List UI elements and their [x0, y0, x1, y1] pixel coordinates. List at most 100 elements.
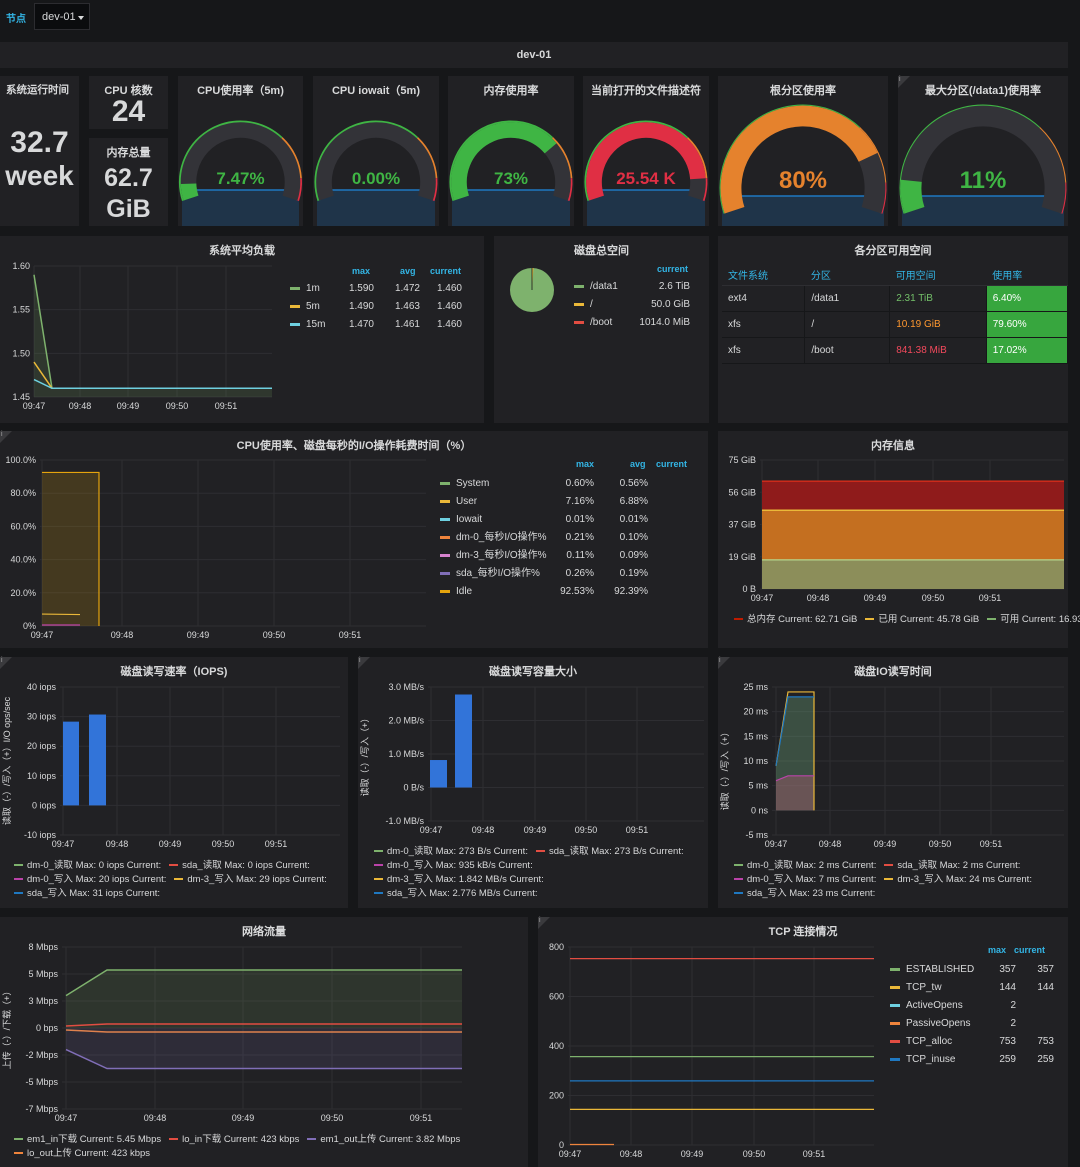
network-legend-item[interactable]: em1_in下载 Current: 5.45 Mbps	[14, 1133, 161, 1147]
legend-name: 5m	[306, 301, 320, 312]
legend-text: sda_读取 Max: 2 ms Current:	[897, 860, 1021, 871]
x-tick-label: 09:50	[212, 839, 235, 849]
node-select[interactable]: dev-01	[34, 3, 90, 30]
legend-max: 0.60%	[565, 478, 594, 489]
legend-text: sda_读取 Max: 273 B/s Current:	[548, 846, 684, 857]
throughput-legend-item[interactable]: dm-0_读取 Max: 273 B/s Current:	[374, 845, 528, 859]
legend-value: 1014.0 MiB	[639, 317, 690, 328]
table-row: xfs/10.19 GiB 79.60%	[722, 311, 1069, 338]
tcp-legend-item[interactable]: ActiveOpens 2	[890, 997, 1062, 1015]
legend-name: Iowait	[456, 514, 483, 525]
throughput-panel: i 磁盘读写容量大小 3.0 MB/s 2.0 MB/s 1.0 MB/s 0 B/s…	[358, 657, 708, 908]
legend-swatch	[734, 892, 743, 895]
memory-legend-item[interactable]: 已用 Current: 45.78 GiB	[865, 613, 979, 627]
x-tick-label: 09:48	[106, 839, 129, 849]
cpuio-legend-item[interactable]: System 0.60% 0.56%	[440, 475, 700, 493]
x-tick-label: 09:50	[922, 593, 945, 603]
cpuio-legend-item[interactable]: Iowait 0.01% 0.01%	[440, 511, 700, 529]
cpu-io-chart: 100.0%80.0%60.0%40.0%20.0%0%09:47 09:48 09…	[5, 455, 426, 640]
disk-total-legend-header: current	[656, 264, 688, 274]
legend-name: ESTABLISHED	[906, 964, 975, 975]
tcp-legend-item[interactable]: TCP_inuse 259 259	[890, 1051, 1062, 1069]
x-tick-label: 09:47	[420, 825, 443, 835]
tcp-legend-max-header: max	[988, 945, 1007, 955]
cell-mount: /data1	[804, 285, 891, 312]
table-header[interactable]: 分区	[804, 264, 890, 286]
memory-legend-item[interactable]: 可用 Current: 16.93 GiB	[987, 613, 1080, 627]
legend-swatch	[574, 302, 584, 306]
y-tick-label: 0 ns	[751, 805, 769, 815]
legend-swatch	[734, 864, 743, 867]
legend-swatch	[14, 1152, 23, 1155]
load-legend-item[interactable]: 5m 1.490 1.463 1.460	[290, 298, 476, 316]
io-time-legend-item[interactable]: dm-0_写入 Max: 7 ms Current:	[734, 873, 876, 887]
network-panel: 网络流量 8 Mbps 5 Mbps 3 Mbps 0 bps -2 Mbps -5 Mb…	[0, 917, 528, 1167]
network-legend-item[interactable]: lo_in下载 Current: 423 kbps	[169, 1133, 299, 1147]
cpuio-legend-item[interactable]: User 7.16% 6.88%	[440, 493, 700, 511]
throughput-legend-item[interactable]: dm-0_写入 Max: 935 kB/s Current:	[374, 859, 533, 873]
legend-swatch	[890, 985, 900, 989]
partitions-title: 各分区可用空间	[854, 245, 932, 257]
gauge-panel-0: CPU使用率（5m) 7.47%	[178, 76, 303, 226]
y-tick-label: 5 Mbps	[28, 969, 58, 979]
legend-name: dm-0_每秒I/O操作%	[456, 532, 547, 543]
load-legend-item[interactable]: 15m 1.470 1.461 1.460	[290, 316, 476, 334]
legend-swatch	[440, 571, 450, 575]
series-line-15m	[33, 378, 272, 390]
network-legend-item[interactable]: em1_out上传 Current: 3.82 Mbps	[307, 1133, 460, 1147]
cell-usage: 6.40%	[986, 285, 1069, 312]
throughput-legend-item[interactable]: sda_读取 Max: 273 B/s Current:	[535, 845, 684, 859]
disk-legend-item[interactable]: /boot 1014.0 MiB	[574, 314, 704, 332]
tcp-legend-item[interactable]: ESTABLISHED 357 357	[890, 961, 1062, 979]
io-time-legend-item[interactable]: dm-0_读取 Max: 2 ms Current:	[734, 859, 876, 873]
cpuio-legend-item[interactable]: Idle 92.53% 92.39%	[440, 583, 700, 601]
x-tick-label: 09:47	[31, 630, 54, 640]
legend-avg: 1.472	[394, 283, 420, 294]
x-tick-label: 09:51	[980, 839, 1003, 849]
table-header[interactable]: 可用空间	[889, 264, 987, 286]
x-tick-label: 09:49	[874, 839, 897, 849]
gauge-value-arc	[900, 179, 925, 214]
gauge-panel-5: i 最大分区(/data1)使用率 11%	[898, 76, 1068, 226]
cpuio-legend-item[interactable]: dm-0_每秒I/O操作% 0.21% 0.10%	[440, 529, 700, 547]
memory-legend-item[interactable]: 总内存 Current: 62.71 GiB	[734, 613, 857, 627]
gauge-value-arc	[180, 183, 199, 201]
throughput-legend-item[interactable]: sda_写入 Max: 2.776 MB/s Current:	[374, 887, 537, 901]
gauge-value-4: 80%	[779, 167, 827, 194]
cpuio-legend-item[interactable]: dm-3_每秒I/O操作% 0.11% 0.09%	[440, 547, 700, 565]
iops-legend-item[interactable]: sda_写入 Max: 31 iops Current:	[14, 887, 160, 901]
iops-legend-item[interactable]: dm-0_读取 Max: 0 iops Current:	[14, 859, 161, 873]
x-tick-label: 09:48	[807, 593, 830, 603]
iops-legend-item[interactable]: sda_读取 Max: 0 iops Current:	[169, 859, 310, 873]
legend-text: dm-3_写入 Max: 24 ms Current:	[897, 874, 1032, 885]
legend-swatch	[440, 517, 450, 521]
legend-text: dm-0_读取 Max: 2 ms Current:	[747, 860, 877, 871]
tcp-legend-item[interactable]: TCP_tw 144 144	[890, 979, 1062, 997]
io-time-legend-item[interactable]: sda_读取 Max: 2 ms Current:	[884, 859, 1020, 873]
y-tick-label: 40.0%	[10, 555, 36, 565]
iops-legend-item[interactable]: dm-3_写入 Max: 29 iops Current:	[174, 873, 327, 887]
legend-text: lo_in下载 Current: 423 kbps	[182, 1134, 300, 1145]
y-tick-label: 200	[549, 1091, 564, 1101]
y-tick-label: 0 iops	[32, 800, 57, 810]
iops-legend-item[interactable]: dm-0_写入 Max: 20 iops Current:	[14, 873, 166, 887]
table-header[interactable]: 文件系统	[722, 264, 805, 286]
legend-swatch	[307, 1138, 317, 1141]
legend-name: TCP_inuse	[906, 1054, 956, 1065]
throughput-legend-item[interactable]: dm-3_写入 Max: 1.842 MB/s Current:	[374, 873, 544, 887]
bar-2	[455, 694, 472, 788]
disk-legend-item[interactable]: /data1 2.6 TiB	[574, 278, 704, 296]
table-header[interactable]: 使用率	[986, 264, 1068, 286]
legend-swatch	[374, 892, 383, 895]
disk-legend-item[interactable]: / 50.0 GiB	[574, 296, 704, 314]
io-time-legend-item[interactable]: sda_写入 Max: 23 ms Current:	[734, 887, 875, 901]
top-bar: 节点 dev-01	[0, 0, 1080, 34]
area-dm0-write	[776, 775, 814, 811]
tcp-legend-item[interactable]: TCP_alloc 753 753	[890, 1033, 1062, 1051]
y-tick-label: 1.55	[12, 305, 30, 315]
network-legend-item[interactable]: lo_out上传 Current: 423 kbps	[14, 1147, 150, 1161]
cpuio-legend-item[interactable]: sda_每秒I/O操作% 0.26% 0.19%	[440, 565, 700, 583]
tcp-legend-item[interactable]: PassiveOpens 2	[890, 1015, 1062, 1033]
load-legend-item[interactable]: 1m 1.590 1.472 1.460	[290, 280, 476, 298]
io-time-legend-item[interactable]: dm-3_写入 Max: 24 ms Current:	[884, 873, 1032, 887]
